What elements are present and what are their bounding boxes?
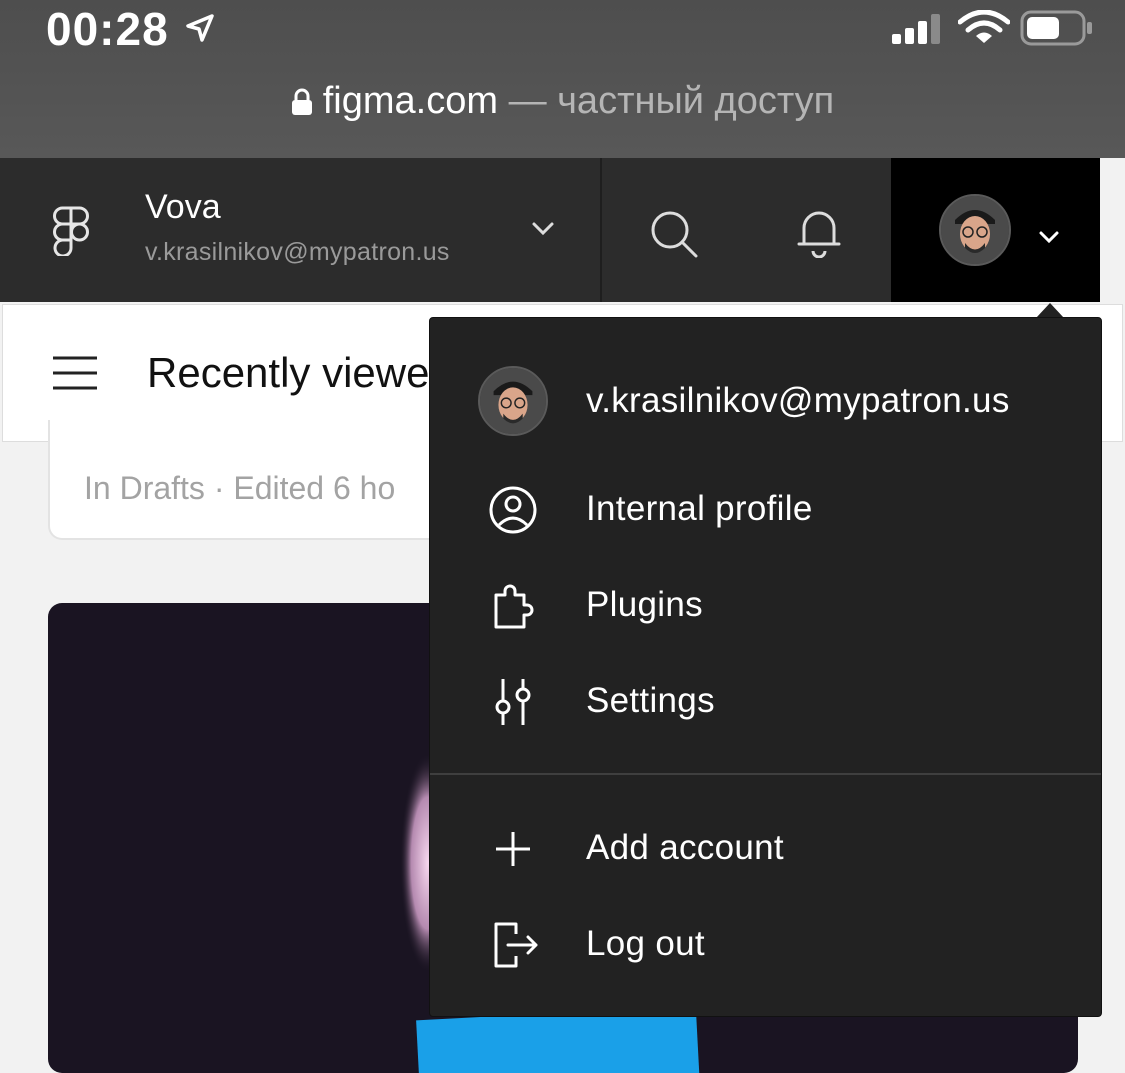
plugin-puzzle-icon [494, 584, 534, 629]
menu-item-plugins[interactable]: Plugins [430, 561, 1101, 651]
menu-item-log-out[interactable]: Log out [430, 900, 1101, 990]
menu-separator [430, 773, 1101, 775]
account-button[interactable] [891, 158, 1100, 302]
menu-caret [1036, 303, 1064, 318]
menu-item-label: Internal profile [586, 489, 813, 528]
plus-icon [496, 832, 530, 866]
bell-icon[interactable] [796, 206, 842, 258]
account-dropdown-menu: v.krasilnikov@mypatron.us Internal profi… [429, 317, 1102, 1017]
menu-item-settings[interactable]: Settings [430, 657, 1101, 747]
sliders-icon [495, 679, 531, 725]
chevron-down-icon[interactable] [1038, 230, 1060, 246]
chevron-down-icon[interactable] [530, 220, 556, 238]
location-arrow-icon [186, 14, 214, 42]
menu-item-internal-profile[interactable]: Internal profile [430, 465, 1101, 555]
url-domain: figma.com [322, 80, 499, 122]
menu-item-label: Add account [586, 828, 784, 867]
figma-logo-icon[interactable] [52, 206, 90, 256]
profile-icon [489, 486, 537, 534]
menu-item-label: Plugins [586, 585, 703, 624]
menu-item-label: Log out [586, 924, 705, 963]
logout-icon [494, 922, 538, 968]
header-divider [600, 158, 602, 302]
cellular-signal-icon [892, 14, 940, 44]
lock-icon [291, 88, 312, 115]
avatar [939, 194, 1011, 266]
hamburger-menu-icon[interactable] [53, 355, 97, 391]
page-title: Recently viewe [147, 349, 430, 396]
status-time: 00:28 [46, 3, 169, 55]
file-meta: In Drafts · Edited 6 ho [84, 470, 396, 506]
menu-account-email: v.krasilnikov@mypatron.us [586, 381, 1010, 420]
browser-url-bar[interactable]: figma.com — частный доступ [0, 80, 1125, 123]
figma-header: Vova v.krasilnikov@mypatron.us [0, 158, 1100, 302]
avatar [478, 366, 548, 436]
ios-status-bar: 00:28 figma.com — частный доступ [0, 0, 1125, 158]
team-name[interactable]: Vova [145, 188, 221, 227]
menu-item-add-account[interactable]: Add account [430, 804, 1101, 894]
menu-item-account[interactable]: v.krasilnikov@mypatron.us [430, 356, 1101, 448]
battery-icon [1020, 10, 1092, 46]
wifi-icon [958, 10, 1010, 43]
team-email[interactable]: v.krasilnikov@mypatron.us [145, 238, 450, 267]
url-private-suffix: — частный доступ [498, 80, 835, 122]
menu-item-label: Settings [586, 681, 715, 720]
search-icon[interactable] [648, 208, 700, 260]
